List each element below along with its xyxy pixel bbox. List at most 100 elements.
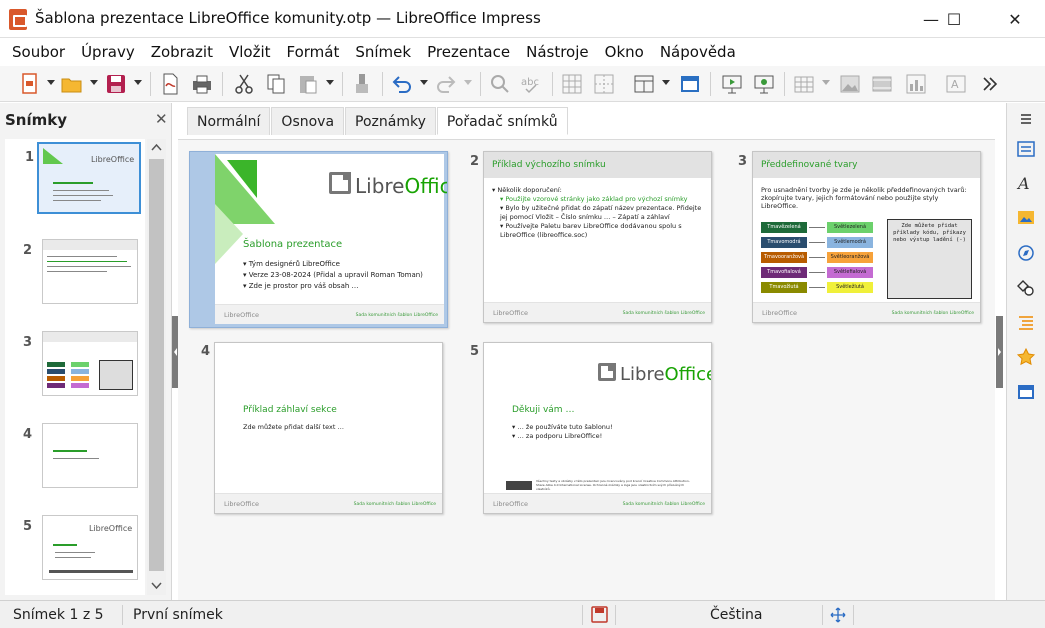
- slide-thumbnail-4[interactable]: [42, 423, 138, 488]
- thumb-title-line: [53, 182, 93, 184]
- main-view: Normální Osnova Poznámky Pořadač snímků …: [178, 103, 995, 600]
- redo-icon[interactable]: [434, 72, 458, 96]
- slides-pane: Snímky ✕ 1 LibreOffice 2 3 4 5 LibreOffi…: [0, 103, 172, 600]
- insert-chart-icon[interactable]: [904, 72, 928, 96]
- slide-title: Šablona prezentace: [243, 239, 343, 250]
- more-tools-icon[interactable]: [978, 72, 1002, 96]
- layout-dropdown-icon[interactable]: [662, 80, 670, 85]
- slide-title: Děkuji vám …: [512, 405, 575, 415]
- slide-thumbnail-3[interactable]: [42, 331, 138, 396]
- table-dropdown-icon[interactable]: [822, 80, 830, 85]
- undo-dropdown-icon[interactable]: [420, 80, 428, 85]
- tab-slide-sorter[interactable]: Pořadač snímků: [436, 107, 568, 135]
- slide-1[interactable]: LibreOffice Šablona prezentace ▾ Tým des…: [189, 151, 448, 328]
- insert-table-icon[interactable]: [792, 72, 816, 96]
- new-dropdown-icon[interactable]: [47, 80, 55, 85]
- code-example-box: Zde můžete přidat příklady kódu, příkazy…: [887, 219, 972, 299]
- slide-title: Předdefinované tvary: [761, 160, 858, 170]
- toolbar-separator: [480, 72, 481, 96]
- slide-thumbnail-2[interactable]: [42, 239, 138, 304]
- thumb-header: [43, 332, 137, 342]
- tab-notes[interactable]: Poznámky: [345, 107, 436, 135]
- print-icon[interactable]: [190, 72, 214, 96]
- thumb-text-line: [47, 256, 117, 257]
- menu-zobrazit[interactable]: Zobrazit: [143, 43, 221, 61]
- open-folder-icon[interactable]: [60, 72, 84, 96]
- close-window-button[interactable]: ✕: [992, 0, 1038, 38]
- menu-napoveda[interactable]: Nápověda: [652, 43, 744, 61]
- new-slide-icon[interactable]: [678, 72, 702, 96]
- find-replace-icon[interactable]: [488, 72, 512, 96]
- thumb-text-line: [53, 458, 99, 459]
- clone-formatting-icon[interactable]: [350, 72, 374, 96]
- menu-okno[interactable]: Okno: [597, 43, 652, 61]
- display-grid-icon[interactable]: [560, 72, 584, 96]
- slide-transition-icon[interactable]: [1016, 313, 1036, 333]
- slide-footer: LibreOffice Sada komunitních šablon Libre…: [215, 304, 444, 324]
- save-dropdown-icon[interactable]: [134, 80, 142, 85]
- insert-image-icon[interactable]: [838, 72, 862, 96]
- expand-sidebar-handle[interactable]: [996, 316, 1003, 388]
- menu-snimek[interactable]: Snímek: [347, 43, 419, 61]
- slide-thumbnail-5[interactable]: LibreOffice: [42, 515, 138, 580]
- tab-normal[interactable]: Normální: [187, 107, 271, 135]
- menu-soubor[interactable]: Soubor: [4, 43, 73, 61]
- paste-icon[interactable]: [296, 72, 320, 96]
- svg-text:A: A: [1016, 174, 1030, 193]
- connector-arrow: [809, 227, 825, 228]
- properties-icon[interactable]: [1016, 139, 1036, 159]
- animation-icon[interactable]: [1016, 347, 1036, 367]
- shapes-icon[interactable]: [1016, 278, 1036, 298]
- undo-icon[interactable]: [390, 72, 414, 96]
- insert-media-icon[interactable]: [870, 72, 894, 96]
- language-status[interactable]: Čeština: [710, 607, 763, 623]
- cut-icon[interactable]: [232, 72, 256, 96]
- copy-icon[interactable]: [264, 72, 288, 96]
- slides-scrollbar[interactable]: [147, 139, 166, 595]
- slide-thumbnail-1[interactable]: LibreOffice: [37, 142, 141, 214]
- thumb-shape: [47, 369, 65, 374]
- thumb-shape: [47, 376, 65, 381]
- open-dropdown-icon[interactable]: [90, 80, 98, 85]
- menu-format[interactable]: Formát: [279, 43, 348, 61]
- close-pane-icon[interactable]: ✕: [155, 110, 168, 128]
- insert-textbox-icon[interactable]: A: [944, 72, 968, 96]
- thumb-title-line: [53, 544, 77, 546]
- scroll-down-icon[interactable]: [151, 582, 162, 590]
- slide-3[interactable]: Předdefinované tvary Pro usnadnění tvorb…: [752, 151, 981, 323]
- slide-layout-icon[interactable]: [632, 72, 656, 96]
- menu-vlozit[interactable]: Vložit: [221, 43, 279, 61]
- maximize-button[interactable]: ☐: [931, 0, 977, 38]
- sidebar-menu-icon[interactable]: [1016, 109, 1036, 129]
- slide-2[interactable]: Příklad výchozího snímku ▾ Několik dopor…: [483, 151, 712, 323]
- layout-status[interactable]: První snímek: [133, 607, 223, 623]
- tab-outline[interactable]: Osnova: [271, 107, 345, 135]
- scrollbar-thumb[interactable]: [149, 159, 164, 571]
- slide-4[interactable]: Příklad záhlaví sekce Zde můžete přidat …: [214, 342, 443, 514]
- menu-nastroje[interactable]: Nástroje: [518, 43, 597, 61]
- fit-slide-icon[interactable]: [830, 607, 846, 623]
- start-current-slide-icon[interactable]: [752, 72, 776, 96]
- save-icon[interactable]: [104, 72, 128, 96]
- libreoffice-logo-icon: [329, 172, 351, 194]
- spelling-icon[interactable]: abc: [520, 72, 544, 96]
- gallery-icon[interactable]: [1016, 207, 1036, 227]
- master-slides-icon[interactable]: [1016, 382, 1036, 402]
- menu-upravy[interactable]: Úpravy: [73, 43, 143, 61]
- new-document-icon[interactable]: [18, 72, 42, 96]
- slide-number: 2: [470, 154, 480, 169]
- scroll-up-icon[interactable]: [151, 143, 162, 151]
- paste-dropdown-icon[interactable]: [326, 80, 334, 85]
- styles-icon[interactable]: A: [1016, 173, 1036, 193]
- slide-5[interactable]: LibreOffice Děkuji vám … ▾ … že používát…: [483, 342, 712, 514]
- helplines-icon[interactable]: [592, 72, 616, 96]
- menu-prezentace[interactable]: Prezentace: [419, 43, 518, 61]
- slide-number: 5: [470, 344, 480, 359]
- thumb-code-box: [99, 360, 133, 390]
- slide-thumbnail-list: 1 LibreOffice 2 3 4 5 LibreOffice: [5, 139, 145, 595]
- start-first-slide-icon[interactable]: [720, 72, 744, 96]
- export-pdf-icon[interactable]: [158, 72, 182, 96]
- document-modified-icon[interactable]: [591, 606, 608, 623]
- navigator-icon[interactable]: [1016, 243, 1036, 263]
- redo-dropdown-icon[interactable]: [464, 80, 472, 85]
